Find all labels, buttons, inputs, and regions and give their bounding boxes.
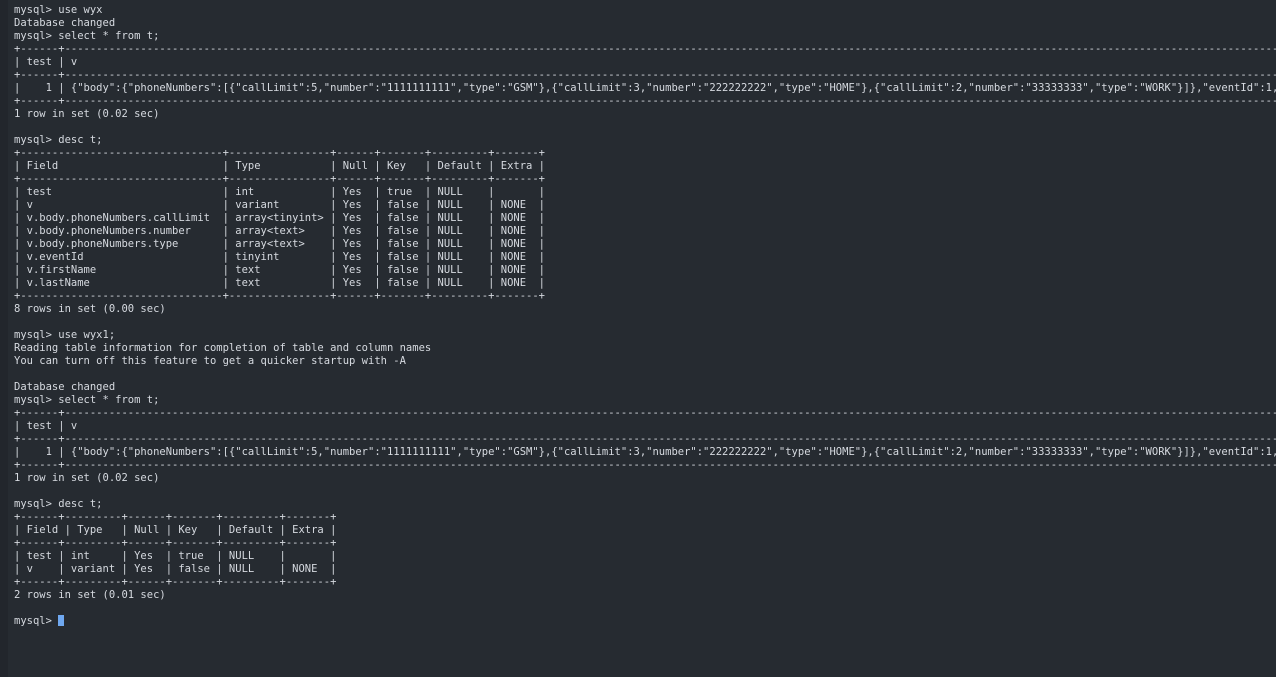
terminal-line: | v.body.phoneNumbers.type | array<text>…: [14, 238, 546, 250]
terminal-line: +------+--------------------------------…: [14, 69, 1276, 81]
terminal-line: +------+---------+------+-------+-------…: [14, 511, 337, 523]
terminal-left-gutter: [0, 0, 8, 677]
terminal-line: Database changed: [14, 17, 116, 29]
terminal-line: | v.lastName | text | Yes | false | NULL…: [14, 277, 546, 289]
terminal-line: mysql> use wyx1;: [14, 329, 116, 341]
terminal-line: +--------------------------------+------…: [14, 290, 546, 302]
terminal-line: +------+--------------------------------…: [14, 459, 1276, 471]
terminal-line: Database changed: [14, 381, 116, 393]
terminal-line: | test | v |: [14, 420, 1276, 432]
terminal-line: | Field | Type | Null | Key | Default | …: [14, 160, 546, 172]
terminal-line: +--------------------------------+------…: [14, 173, 546, 185]
terminal-line: mysql> desc t;: [14, 134, 103, 146]
text-cursor: [58, 615, 64, 626]
terminal-line: | 1 | {"body":{"phoneNumbers":[{"callLim…: [14, 446, 1276, 458]
terminal-line: +------+--------------------------------…: [14, 433, 1276, 445]
terminal-line: 2 rows in set (0.01 sec): [14, 589, 166, 601]
terminal-output: mysql> use wyx Database changed mysql> sel…: [14, 4, 1276, 615]
terminal-line: | v.eventId | tinyint | Yes | false | NU…: [14, 251, 546, 263]
terminal-line: 1 row in set (0.02 sec): [14, 472, 160, 484]
terminal-window[interactable]: mysql> use wyx Database changed mysql> sel…: [0, 0, 1276, 677]
terminal-line: mysql> desc t;: [14, 498, 103, 510]
terminal-line: | 1 | {"body":{"phoneNumbers":[{"callLim…: [14, 82, 1276, 94]
terminal-line: | test | v |: [14, 56, 1276, 68]
terminal-prompt-line[interactable]: mysql>: [14, 615, 1276, 628]
terminal-line: +------+--------------------------------…: [14, 407, 1276, 419]
terminal-line: | v | variant | Yes | false | NULL | NON…: [14, 199, 546, 211]
terminal-line: mysql> use wyx: [14, 4, 103, 16]
terminal-line: | v.body.phoneNumbers.number | array<tex…: [14, 225, 546, 237]
terminal-line: +------+---------+------+-------+-------…: [14, 537, 337, 549]
terminal-line: 1 row in set (0.02 sec): [14, 108, 160, 120]
terminal-line: | v | variant | Yes | false | NULL | NON…: [14, 563, 337, 575]
prompt-text: mysql>: [14, 615, 59, 627]
terminal-line: +------+--------------------------------…: [14, 43, 1276, 55]
terminal-line: Reading table information for completion…: [14, 342, 432, 354]
terminal-screen[interactable]: mysql> use wyx Database changed mysql> sel…: [14, 4, 1276, 677]
terminal-line: You can turn off this feature to get a q…: [14, 355, 406, 367]
terminal-line: | test | int | Yes | true | NULL | |: [14, 550, 337, 562]
terminal-line: mysql> select * from t;: [14, 30, 160, 42]
terminal-line: | test | int | Yes | true | NULL | |: [14, 186, 546, 198]
terminal-line: mysql> select * from t;: [14, 394, 160, 406]
terminal-line: | Field | Type | Null | Key | Default | …: [14, 524, 337, 536]
terminal-line: +------+--------------------------------…: [14, 95, 1276, 107]
terminal-line: +------+---------+------+-------+-------…: [14, 576, 337, 588]
terminal-line: +--------------------------------+------…: [14, 147, 546, 159]
terminal-line: | v.firstName | text | Yes | false | NUL…: [14, 264, 546, 276]
terminal-line: 8 rows in set (0.00 sec): [14, 303, 166, 315]
terminal-line: | v.body.phoneNumbers.callLimit | array<…: [14, 212, 546, 224]
